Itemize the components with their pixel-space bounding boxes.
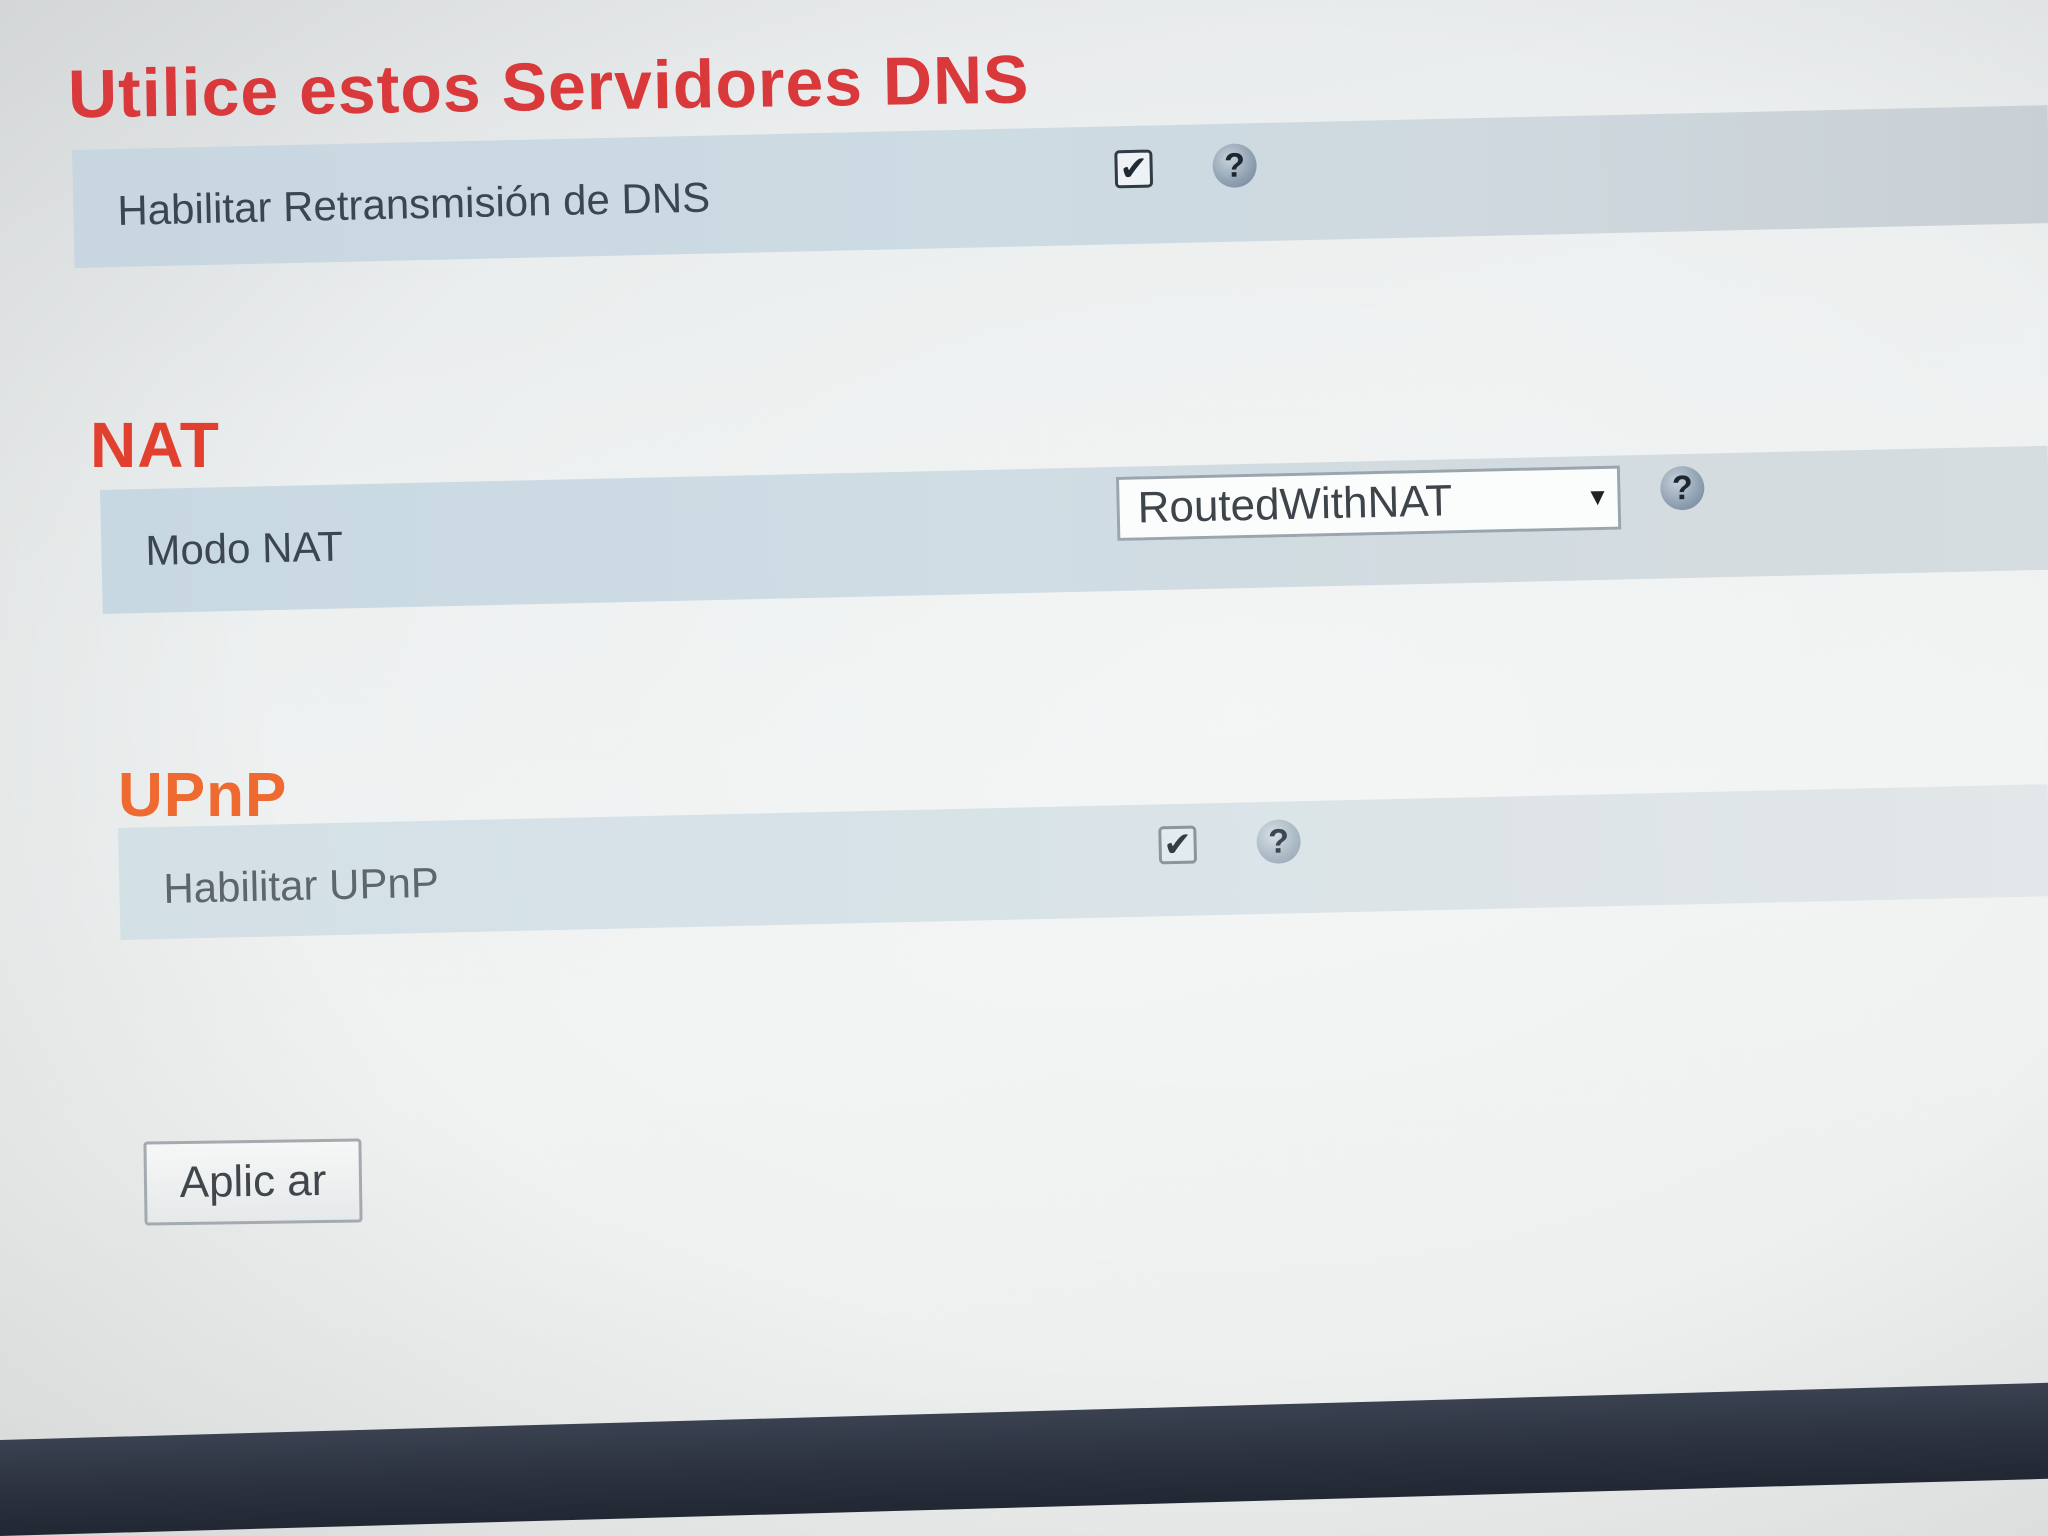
upnp-enable-row: Habilitar UPnP ✔ ? [118,784,2048,940]
dns-relay-checkbox[interactable]: ✔ [1114,149,1154,189]
nat-mode-label: Modo NAT [144,522,344,574]
dns-help-icon[interactable]: ? [1212,143,1258,189]
upnp-enable-label: Habilitar UPnP [162,858,440,912]
dns-section-title: Utilice estos Servidores DNS [67,41,1031,133]
upnp-enable-checkbox[interactable]: ✔ [1158,825,1198,865]
nat-mode-value: RoutedWithNAT [1137,476,1453,533]
dns-relay-row: Habilitar Retransmisión de DNS ✔ ? [72,105,2048,268]
upnp-help-icon[interactable]: ? [1256,819,1302,865]
nat-section-title: NAT [90,409,220,481]
monitor-bezel [0,1382,2048,1536]
chevron-down-icon: ▼ [1585,483,1610,512]
checkmark-icon: ✔ [1119,149,1149,189]
apply-button[interactable]: Aplic ar [143,1138,363,1226]
nat-mode-row: Modo NAT RoutedWithNAT ▼ ? [100,445,2048,614]
nat-help-icon[interactable]: ? [1659,465,1705,511]
upnp-section-title: UPnP [118,761,288,830]
nat-mode-select[interactable]: RoutedWithNAT ▼ [1115,465,1622,541]
dns-relay-label: Habilitar Retransmisión de DNS [116,173,711,234]
checkmark-icon: ✔ [1162,825,1193,865]
